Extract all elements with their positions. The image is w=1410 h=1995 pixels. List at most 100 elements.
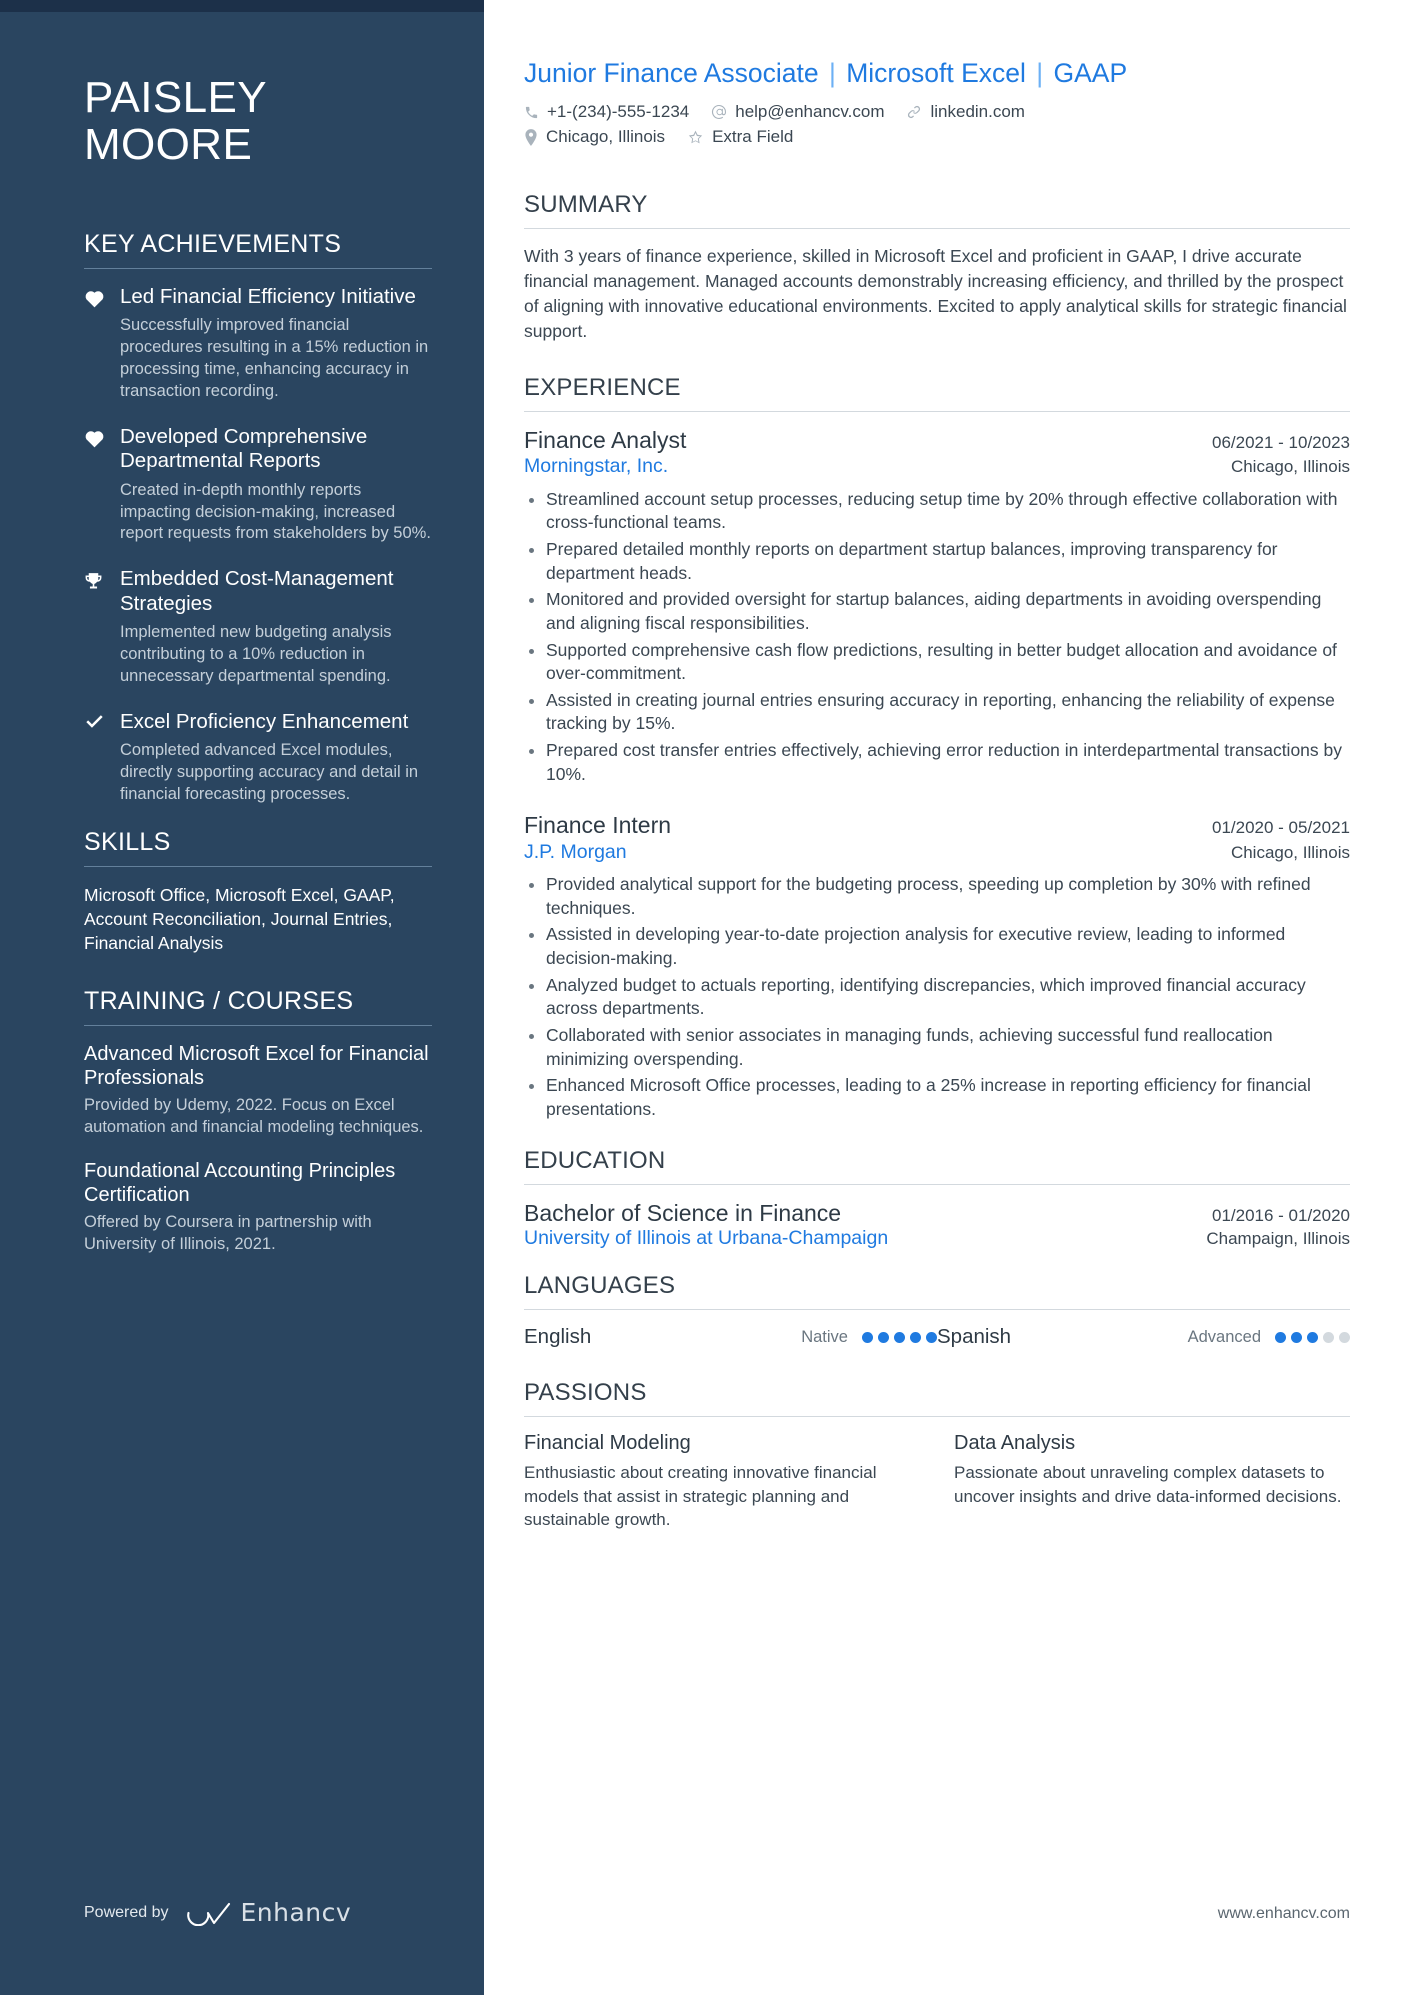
- enhancv-brand-name: Enhancv: [240, 1898, 352, 1927]
- job-bullet: Enhanced Microsoft Office processes, lea…: [546, 1074, 1350, 1121]
- achievement-body: Developed Comprehensive Departmental Rep…: [120, 425, 432, 545]
- headline-part-2: Microsoft Excel: [846, 58, 1026, 88]
- job-title: Finance Intern: [524, 812, 672, 839]
- website-footer: www.enhancv.com: [1217, 1905, 1350, 1922]
- contact-item[interactable]: Chicago, Illinois: [524, 127, 665, 147]
- contact-item[interactable]: linkedin.com: [906, 102, 1025, 122]
- education-school[interactable]: University of Illinois at Urbana-Champai…: [524, 1227, 888, 1250]
- job-company[interactable]: J.P. Morgan: [524, 840, 627, 865]
- proficiency-dot: [1323, 1331, 1334, 1343]
- course-title: Advanced Microsoft Excel for Financial P…: [84, 1042, 429, 1089]
- candidate-last-name: MOORE: [84, 119, 253, 169]
- summary-text: With 3 years of finance experience, skil…: [524, 246, 1347, 341]
- experience-entry: Finance Analyst 06/2021 - 10/2023 Mornings…: [524, 427, 1350, 786]
- education-degree-row: Bachelor of Science in Finance 01/2016 - …: [524, 1200, 1350, 1227]
- course-description: Provided by Udemy, 2022. Focus on Excel …: [84, 1095, 424, 1136]
- divider: [524, 1416, 1350, 1418]
- job-bullet-list: Streamlined account setup processes, red…: [524, 488, 1350, 787]
- contact-text: +1-(234)-555-1234: [547, 102, 690, 122]
- passion-description: Enthusiastic about creating innovative f…: [524, 1463, 877, 1529]
- candidate-name: PAISLEY MOORE: [84, 73, 432, 169]
- contact-item[interactable]: +1-(234)-555-1234: [524, 102, 689, 122]
- achievement-title: Led Financial Efficiency Initiative: [120, 285, 416, 309]
- contact-item[interactable]: help@enhancv.com: [711, 102, 884, 122]
- sidebar: PAISLEY MOORE KEY ACHIEVEMENTS Led Finan…: [0, 0, 484, 1995]
- job-bullet: Collaborated with senior associates in m…: [546, 1024, 1350, 1071]
- job-bullet: Assisted in developing year-to-date proj…: [546, 923, 1350, 970]
- divider: [524, 410, 1350, 412]
- trophy-icon: [84, 567, 106, 687]
- achievement-item: Excel Proficiency Enhancement Completed a…: [84, 710, 432, 806]
- job-bullet: Streamlined account setup processes, red…: [546, 488, 1350, 535]
- proficiency-dot: [1339, 1331, 1350, 1343]
- email-icon: [711, 104, 727, 120]
- job-location: Chicago, Illinois: [1230, 457, 1350, 477]
- proficiency-dot: [894, 1331, 905, 1343]
- course-description: Offered by Coursera in partnership with …: [84, 1212, 372, 1253]
- passion-item: Data Analysis Passionate about unraveling…: [954, 1432, 1350, 1530]
- achievement-description: Successfully improved financial procedur…: [120, 316, 429, 401]
- enhancv-mark-icon: [186, 1902, 230, 1926]
- job-title: Finance Analyst: [524, 426, 687, 453]
- contact-text: linkedin.com: [930, 102, 1025, 122]
- experience-company-row: J.P. Morgan Chicago, Illinois: [524, 840, 1350, 865]
- experience-company-row: Morningstar, Inc. Chicago, Illinois: [524, 454, 1350, 479]
- divider: [524, 1184, 1350, 1186]
- job-bullet: Provided analytical support for the budg…: [546, 873, 1350, 920]
- achievement-title: Embedded Cost-Management Strategies: [120, 567, 394, 615]
- achievements-list: Led Financial Efficiency Initiative Succe…: [84, 285, 432, 805]
- skills-section: SKILLS Microsoft Office, Microsoft Excel…: [84, 828, 432, 955]
- passions-section: PASSIONS Financial Modeling Enthusiastic …: [524, 1379, 1350, 1530]
- achievement-item: Led Financial Efficiency Initiative Succe…: [84, 285, 432, 403]
- job-company[interactable]: Morningstar, Inc.: [524, 454, 668, 479]
- phone-icon: [524, 105, 539, 120]
- link-icon: [906, 104, 922, 120]
- job-date-range: 06/2021 - 10/2023: [1211, 432, 1350, 452]
- proficiency-dot: [862, 1331, 873, 1343]
- job-bullet: Prepared detailed monthly reports on dep…: [546, 538, 1350, 585]
- candidate-first-name: PAISLEY: [84, 73, 267, 122]
- passions-heading: PASSIONS: [524, 1379, 647, 1407]
- summary-heading: SUMMARY: [524, 191, 648, 219]
- contact-text: Extra Field: [712, 127, 794, 147]
- powered-by-label: Powered by: [84, 1903, 169, 1921]
- star-icon: [687, 129, 704, 146]
- language-name: English: [524, 1325, 592, 1349]
- divider: [524, 1309, 1350, 1311]
- key-achievements-section: KEY ACHIEVEMENTS Led Financial Efficienc…: [84, 230, 432, 805]
- proficiency-dot: [910, 1331, 921, 1343]
- contact-text: Chicago, Illinois: [546, 127, 666, 147]
- sidebar-top-strip: [0, 0, 484, 12]
- education-section: EDUCATION Bachelor of Science in Finance…: [524, 1147, 1350, 1250]
- training-courses-section: TRAINING / COURSES Advanced Microsoft Ex…: [84, 987, 432, 1256]
- languages-section: LANGUAGES English Native Spanish Advanced: [524, 1272, 1350, 1349]
- languages-heading: LANGUAGES: [524, 1272, 676, 1300]
- achievement-item: Developed Comprehensive Departmental Rep…: [84, 425, 432, 545]
- language-name: Spanish: [937, 1325, 1012, 1349]
- achievement-title: Excel Proficiency Enhancement: [120, 709, 409, 733]
- contact-row-primary: +1-(234)-555-1234 help@enhancv.com linkedi…: [524, 102, 1350, 122]
- experience-entry: Finance Intern 01/2020 - 05/2021 J.P. Morg…: [524, 812, 1350, 1121]
- experience-list: Finance Analyst 06/2021 - 10/2023 Mornings…: [524, 427, 1350, 1122]
- job-location: Chicago, Illinois: [1230, 842, 1350, 862]
- contact-row-secondary: Chicago, Illinois Extra Field: [524, 127, 1350, 147]
- education-heading: EDUCATION: [524, 1147, 666, 1175]
- experience-heading: EXPERIENCE: [524, 373, 681, 401]
- education-date-range: 01/2016 - 01/2020: [1211, 1206, 1350, 1226]
- job-bullet: Supported comprehensive cash flow predic…: [546, 639, 1350, 686]
- language-item: Spanish Advanced: [937, 1325, 1350, 1349]
- job-bullet-list: Provided analytical support for the budg…: [524, 873, 1350, 1121]
- skills-text: Microsoft Office, Microsoft Excel, GAAP,…: [84, 884, 395, 953]
- heart-icon: [84, 285, 106, 403]
- contact-item[interactable]: Extra Field: [687, 127, 793, 147]
- education-entry: Bachelor of Science in Finance 01/2016 - …: [524, 1200, 1350, 1250]
- achievement-body: Led Financial Efficiency Initiative Succe…: [120, 285, 432, 403]
- language-level: Advanced: [1187, 1327, 1261, 1346]
- professional-headline: Junior Finance Associate | Microsoft Exc…: [524, 58, 1350, 88]
- languages-list: English Native Spanish Advanced: [524, 1325, 1350, 1349]
- main-content: Junior Finance Associate | Microsoft Exc…: [484, 0, 1410, 1995]
- education-school-row: University of Illinois at Urbana-Champai…: [524, 1227, 1350, 1250]
- achievement-body: Excel Proficiency Enhancement Completed a…: [120, 710, 432, 806]
- achievement-description: Implemented new budgeting analysis contr…: [120, 622, 392, 685]
- proficiency-dot: [878, 1331, 889, 1343]
